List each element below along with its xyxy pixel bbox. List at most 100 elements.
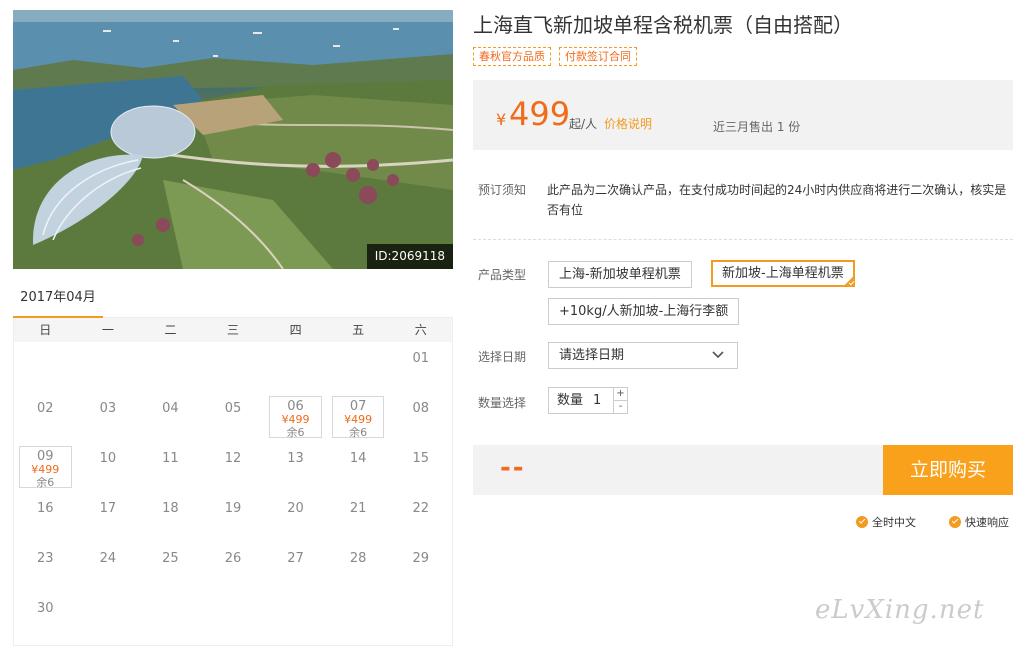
gardens-by-the-bay-illustration — [13, 10, 453, 269]
day-number: 18 — [162, 501, 179, 516]
calendar-day-empty — [14, 342, 77, 392]
day-number: 20 — [287, 501, 304, 516]
calendar-day-empty — [264, 342, 327, 392]
day-stock: 余6 — [286, 426, 305, 439]
calendar-day: 24 — [77, 542, 140, 592]
quantity-label: 数量选择 — [478, 396, 527, 410]
calendar-day: 08 — [389, 392, 452, 442]
day-number: 21 — [349, 501, 367, 516]
calendar-day: 17 — [77, 492, 140, 542]
day-stock: 余6 — [349, 426, 368, 439]
day-number: 12 — [224, 451, 242, 466]
service-label: 快速响应 — [965, 516, 1009, 529]
day-number: 24 — [99, 551, 117, 566]
quantity-field-label: 数量 — [557, 393, 584, 408]
date-select[interactable]: 请选择日期 — [548, 342, 738, 369]
day-number: 02 — [37, 401, 54, 416]
calendar-day: 30 — [14, 592, 77, 642]
buy-now-button[interactable]: 立即购买 — [883, 445, 1013, 495]
type-option-sin-sha[interactable]: 新加坡-上海单程机票 — [711, 260, 855, 287]
day-number: 11 — [162, 451, 179, 466]
total-bar: -- — [473, 445, 883, 495]
calendar-day: 18 — [139, 492, 202, 542]
day-number: 09 — [37, 449, 54, 464]
day-number: 15 — [412, 451, 429, 466]
type-option-baggage[interactable]: +10kg/人新加坡-上海行李额 — [548, 298, 740, 325]
weekday-label: 三 — [227, 323, 240, 337]
calendar-month-tab[interactable]: 2017年04月 — [13, 283, 103, 319]
day-number: 17 — [99, 501, 117, 516]
calendar-day: 11 — [139, 442, 202, 492]
day-number: 07 — [349, 399, 367, 414]
day-number: 08 — [412, 401, 429, 416]
type-option-sha-sin[interactable]: 上海-新加坡单程机票 — [548, 261, 692, 288]
calendar-day: 28 — [327, 542, 390, 592]
calendar-day: 03 — [77, 392, 140, 442]
service-chinese-support: 全时中文 — [856, 514, 916, 530]
calendar-day: 27 — [264, 542, 327, 592]
date-label: 选择日期 — [478, 350, 527, 364]
calendar-day: 02 — [14, 392, 77, 442]
day-number: 14 — [349, 451, 367, 466]
day-number: 26 — [224, 551, 242, 566]
type-option-label: +10kg/人新加坡-上海行李额 — [559, 304, 729, 319]
calendar-day: 21 — [327, 492, 390, 542]
date-select-placeholder: 请选择日期 — [559, 348, 625, 363]
service-label: 全时中文 — [872, 516, 916, 529]
calendar-day: 20 — [264, 492, 327, 542]
currency-symbol: ¥ — [496, 110, 507, 129]
day-number: 23 — [37, 551, 54, 566]
weekday-label: 一 — [101, 323, 114, 337]
calendar-day: 10 — [77, 442, 140, 492]
quantity-stepper: 数量 1 + - — [548, 387, 628, 414]
day-number: 27 — [287, 551, 304, 566]
calendar-day-empty — [202, 342, 265, 392]
type-label: 产品类型 — [478, 268, 527, 282]
calendar-day-available[interactable]: 07 ¥499 余6 — [331, 396, 385, 439]
day-number: 30 — [37, 601, 54, 616]
calendar-grid: 01 02 03 04 05 06 ¥499 余6 07 ¥499 余6 08 09 ¥499 余6 10 11… — [14, 342, 452, 642]
product-photo: ID:2069118 — [13, 10, 453, 269]
weekday-label: 五 — [352, 323, 365, 337]
calendar-day-available[interactable]: 06 ¥499 余6 — [269, 396, 322, 439]
calendar-day: 05 — [202, 392, 265, 442]
product-title: 上海直飞新加坡单程含税机票（自由搭配） — [473, 13, 853, 37]
quantity-decrease-button[interactable]: - — [613, 401, 627, 414]
price-explain-link[interactable]: 价格说明 — [604, 115, 652, 132]
total-price: -- — [500, 453, 526, 483]
product-tags: 春秋官方品质 付款签订合同 — [473, 47, 637, 66]
day-number: 19 — [224, 501, 242, 516]
service-fast-response: 快速响应 — [949, 514, 1009, 530]
day-number: 29 — [412, 551, 429, 566]
calendar-day: 19 — [202, 492, 265, 542]
calendar-day: 01 — [389, 342, 452, 392]
calendar-day: 25 — [139, 542, 202, 592]
day-price: ¥499 — [31, 463, 60, 476]
calendar-day: 15 — [389, 442, 452, 492]
selected-check-icon — [842, 275, 855, 287]
weekday-label: 四 — [289, 323, 302, 337]
calendar-day-empty — [139, 342, 202, 392]
calendar-day: 12 — [202, 442, 265, 492]
day-number: 05 — [224, 401, 242, 416]
quantity-increase-button[interactable]: + — [613, 388, 627, 401]
divider — [473, 239, 1013, 240]
day-number: 16 — [37, 501, 54, 516]
sold-count: 近三月售出 1 份 — [713, 120, 801, 134]
quantity-value[interactable]: 1 — [593, 388, 601, 413]
day-number: 10 — [99, 451, 117, 466]
tag-official-quality: 春秋官方品质 — [473, 47, 551, 66]
calendar-day-available[interactable]: 09 ¥499 余6 — [19, 446, 72, 489]
day-number: 13 — [287, 451, 304, 466]
calendar-weekday-header: 日一二三四五六 — [14, 318, 452, 342]
calendar-day: 23 — [14, 542, 77, 592]
weekday-label: 日 — [39, 323, 52, 337]
calendar-day: 29 — [389, 542, 452, 592]
weekday-label: 二 — [164, 323, 177, 337]
day-number: 04 — [162, 401, 179, 416]
calendar-day: 04 — [139, 392, 202, 442]
price-unit: 起/人 — [569, 117, 598, 131]
day-number: 06 — [287, 399, 304, 414]
day-price: ¥499 — [281, 413, 310, 426]
check-circle-icon — [856, 516, 868, 528]
